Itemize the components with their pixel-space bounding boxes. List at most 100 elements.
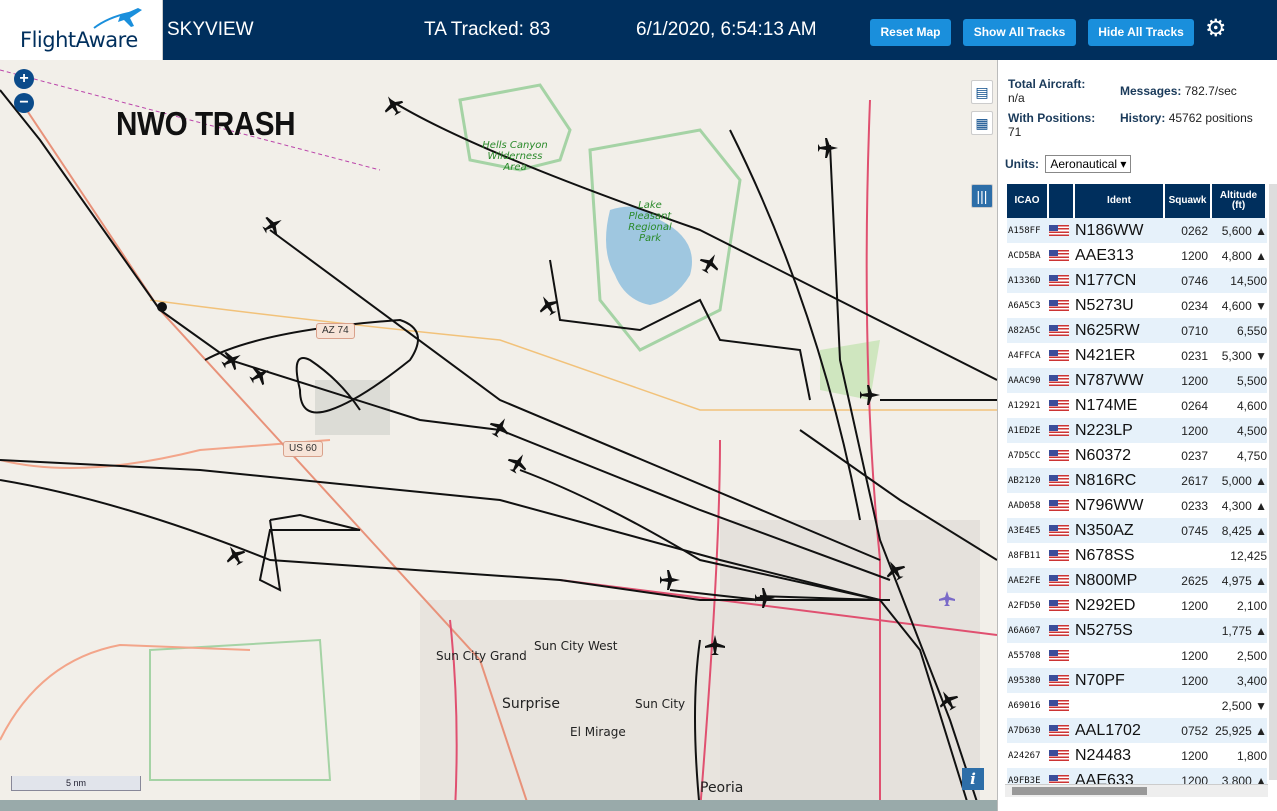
units-select[interactable]: Aeronautical ▾ [1045, 155, 1132, 173]
aircraft-panel: Total Aircraft: n/a With Positions: 71 M… [997, 60, 1277, 811]
icao-cell: AB2120 [1008, 475, 1041, 486]
squawk-cell: 0233 [1181, 498, 1208, 513]
hide-all-tracks-button[interactable]: Hide All Tracks [1088, 19, 1194, 46]
table-scrollbar[interactable] [1269, 184, 1277, 780]
us-flag-icon [1049, 250, 1069, 261]
flag-cell [1049, 650, 1075, 661]
table-row[interactable]: A12921 N174ME 0264 4,600 [1007, 393, 1267, 418]
table-row[interactable]: A1ED2E N223LP 1200 4,500 [1007, 418, 1267, 443]
flag-cell [1049, 750, 1075, 761]
map-layers-icon[interactable]: ▤ [971, 80, 993, 104]
us-flag-icon [1049, 725, 1069, 736]
table-row[interactable]: A24267 N24483 1200 1,800 [1007, 743, 1267, 768]
horizontal-scroll-thumb[interactable] [1012, 787, 1147, 795]
datetime: 6/1/2020, 6:54:13 AM [636, 19, 817, 40]
messages-label: Messages: [1120, 84, 1182, 98]
altitude-cell: 5,600 ▲ [1221, 223, 1267, 238]
zoom-out-button[interactable]: − [14, 93, 34, 113]
altitude-cell: 4,300 ▲ [1221, 498, 1267, 513]
table-row[interactable]: AB2120 N816RC 2617 5,000 ▲ [1007, 468, 1267, 493]
aircraft-table: ICAO Ident Squawk Altitude (ft) A158FF N1… [1007, 184, 1267, 793]
header-altitude[interactable]: Altitude (ft) [1212, 184, 1267, 218]
altitude-cell: 14,500 [1230, 273, 1267, 288]
flag-cell [1049, 700, 1075, 711]
park-label: Hells Canyon Wilderness Area [482, 140, 548, 173]
table-row[interactable]: A1336D N177CN 0746 14,500 [1007, 268, 1267, 293]
header-icao[interactable]: ICAO [1007, 184, 1049, 218]
map-view[interactable]: + − NWO TRASH Hells Canyon Wilderness Ar… [0, 60, 997, 811]
ident-cell: N787WW [1075, 371, 1144, 389]
place-label: Sun City Grand [436, 649, 527, 663]
flag-cell [1049, 550, 1075, 561]
table-row[interactable]: A6A5C3 N5273U 0234 4,600 ▼ [1007, 293, 1267, 318]
squawk-cell: 0237 [1181, 448, 1208, 463]
icao-cell: AAE2FE [1008, 575, 1041, 586]
table-row[interactable]: A4FFCA N421ER 0231 5,300 ▼ [1007, 343, 1267, 368]
altitude-cell: 1,800 [1236, 748, 1267, 763]
place-label: El Mirage [570, 725, 626, 739]
header-flag[interactable] [1049, 184, 1075, 218]
grid-icon[interactable]: ▦ [971, 111, 993, 135]
table-row[interactable]: A55708 1200 2,500 [1007, 643, 1267, 668]
altitude-cell: 4,500 [1236, 423, 1267, 438]
icao-cell: A8FB11 [1008, 550, 1041, 561]
table-row[interactable]: A6A607 N5275S 1,775 ▲ [1007, 618, 1267, 643]
units-label: Units: [1005, 157, 1039, 171]
flightaware-logo[interactable]: FlightAware [0, 0, 163, 60]
with-positions-value: 71 [1008, 125, 1022, 139]
squawk-cell: 1200 [1181, 673, 1208, 688]
reset-map-button[interactable]: Reset Map [870, 19, 951, 46]
table-row[interactable]: A95380 N70PF 1200 3,400 [1007, 668, 1267, 693]
table-row[interactable]: A7D630 AAL1702 0752 25,925 ▲ [1007, 718, 1267, 743]
altitude-cell: 4,750 [1236, 448, 1267, 463]
table-row[interactable]: A2FD50 N292ED 1200 2,100 [1007, 593, 1267, 618]
table-row[interactable]: A8FB11 N678SS 12,425 [1007, 543, 1267, 568]
ident-cell: N678SS [1075, 546, 1135, 564]
history-value: 45762 positions [1168, 111, 1253, 125]
header-squawk[interactable]: Squawk [1165, 184, 1212, 218]
us-flag-icon [1049, 500, 1069, 511]
flag-cell [1049, 725, 1075, 736]
flag-cell [1049, 375, 1075, 386]
squawk-cell: 1200 [1181, 248, 1208, 263]
altitude-cell: 5,500 [1236, 373, 1267, 388]
show-all-tracks-button[interactable]: Show All Tracks [963, 19, 1076, 46]
icao-cell: AAD058 [1008, 500, 1041, 511]
us-flag-icon [1049, 400, 1069, 411]
flag-cell [1049, 525, 1075, 536]
icao-cell: A1336D [1008, 275, 1041, 286]
table-row[interactable]: ACD5BA AAE313 1200 4,800 ▲ [1007, 243, 1267, 268]
flag-cell [1049, 475, 1075, 486]
table-row[interactable]: AAD058 N796WW 0233 4,300 ▲ [1007, 493, 1267, 518]
us-flag-icon [1049, 550, 1069, 561]
with-positions-label: With Positions: [1008, 111, 1096, 125]
columns-icon[interactable]: ||| [971, 184, 993, 208]
altitude-cell: 1,775 ▲ [1221, 623, 1267, 638]
total-aircraft: Total Aircraft: n/a [1008, 77, 1085, 105]
table-row[interactable]: A82A5C N625RW 0710 6,550 [1007, 318, 1267, 343]
table-row[interactable]: A158FF N186WW 0262 5,600 ▲ [1007, 218, 1267, 243]
table-row[interactable]: A69016 2,500 ▼ [1007, 693, 1267, 718]
altitude-cell: 5,300 ▼ [1221, 348, 1267, 363]
zoom-in-button[interactable]: + [14, 69, 34, 89]
ident-cell: N70PF [1075, 671, 1125, 689]
history-label: History: [1120, 111, 1166, 125]
altitude-cell: 8,425 ▲ [1221, 523, 1267, 538]
ident-cell: N625RW [1075, 321, 1140, 339]
table-row[interactable]: A7D5CC N60372 0237 4,750 [1007, 443, 1267, 468]
place-label: Sun City [635, 697, 686, 711]
header-ident[interactable]: Ident [1075, 184, 1165, 218]
table-row[interactable]: AAE2FE N800MP 2625 4,975 ▲ [1007, 568, 1267, 593]
table-row[interactable]: A3E4E5 N350AZ 0745 8,425 ▲ [1007, 518, 1267, 543]
squawk-cell: 2617 [1181, 473, 1208, 488]
us-flag-icon [1049, 525, 1069, 536]
top-bar: FlightAware SKYVIEW TA Tracked: 83 6/1/2… [0, 0, 1277, 60]
place-label: Peoria [700, 780, 744, 796]
icao-cell: A1ED2E [1008, 425, 1041, 436]
ident-cell: N5273U [1075, 296, 1134, 314]
gear-icon[interactable]: ⚙ [1205, 17, 1229, 41]
squawk-cell: 0745 [1181, 523, 1208, 538]
scale-bar: 5 nm [11, 776, 141, 791]
info-icon[interactable]: i [962, 768, 984, 790]
table-row[interactable]: AAAC90 N787WW 1200 5,500 [1007, 368, 1267, 393]
